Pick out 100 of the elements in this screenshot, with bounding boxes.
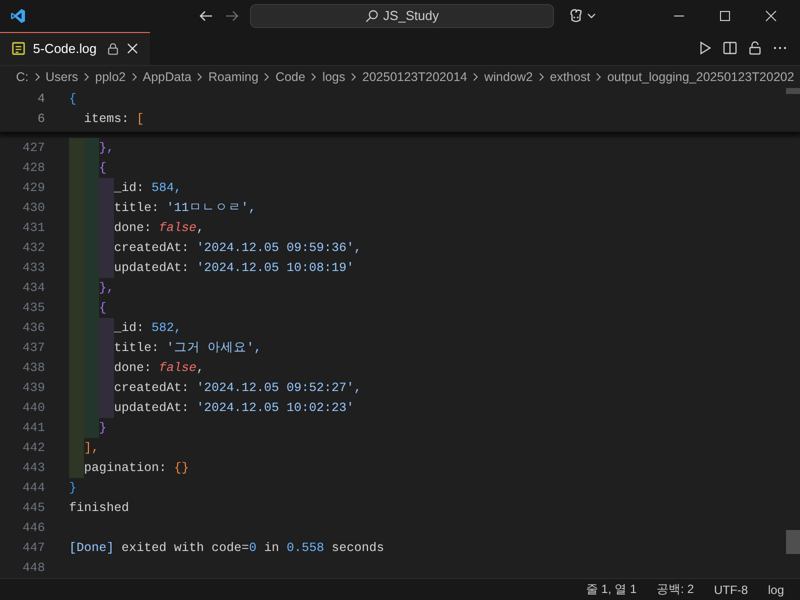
breadcrumb-item[interactable]: window2: [484, 70, 533, 84]
search-field[interactable]: JS_Study: [250, 4, 554, 28]
line-number: 443: [21, 460, 45, 478]
code-bracket: {: [99, 300, 107, 318]
breadcrumb-item[interactable]: C:: [16, 70, 28, 84]
chevron-icon: [472, 72, 480, 82]
breadcrumb-item[interactable]: logs: [322, 70, 346, 84]
code-number: 582,: [152, 320, 182, 338]
breadcrumb-item[interactable]: Code: [275, 70, 306, 84]
line-number: 442: [21, 440, 45, 458]
code-number: 584,: [152, 180, 182, 198]
code-keyword: false: [159, 360, 197, 378]
status-item[interactable]: UTF-8: [714, 582, 748, 597]
line-number: 431: [21, 220, 45, 238]
chevron-icon: [350, 72, 358, 82]
code-string: '11ㅁㄴㅇㄹ',: [166, 200, 256, 218]
line-number: 428: [21, 160, 45, 178]
code-keyword: false: [159, 220, 197, 238]
code-bracket: {}: [174, 460, 190, 478]
code-number: 0: [249, 540, 257, 558]
code-bracket: {: [99, 160, 107, 178]
app-logo-icon: [10, 8, 26, 24]
code-bracket: [: [136, 111, 144, 128]
scrollbar-thumb[interactable]: [786, 530, 800, 554]
line-number: 427: [21, 140, 45, 158]
editor-tab[interactable]: 5-Code.log: [0, 32, 150, 65]
line-number: 434: [21, 280, 45, 298]
status-item[interactable]: 공백: 2: [656, 581, 694, 598]
code-string: '2024.12.05 10:02:23': [196, 400, 354, 418]
copilot-icon[interactable]: [568, 8, 598, 24]
line-number: 436: [21, 320, 45, 338]
line-number: 448: [21, 560, 45, 578]
line-number: 441: [21, 420, 45, 438]
code-text: finished: [69, 500, 130, 518]
line-number: 439: [21, 380, 45, 398]
status-item[interactable]: log: [768, 582, 784, 597]
code-string: '2024.12.05 09:59:36',: [196, 240, 362, 258]
line-number: 440: [21, 400, 45, 418]
code-punctuation: ,: [196, 220, 204, 238]
breadcrumb-item[interactable]: exthost: [550, 70, 590, 84]
search-icon: [365, 8, 380, 23]
code-string: '2024.12.05 09:52:27',: [196, 380, 362, 398]
code-string: '2024.12.05 10:08:19': [196, 260, 354, 278]
line-number: 6: [36, 111, 45, 128]
code-key: title:: [114, 338, 160, 358]
line-number: 444: [21, 480, 45, 498]
code-key: pagination:: [84, 458, 167, 478]
scrollbar-marker: [786, 88, 800, 94]
line-number: 432: [21, 240, 45, 258]
code-text: exited with code=: [122, 540, 250, 558]
chevron-icon: [196, 72, 204, 82]
breadcrumb-item[interactable]: Users: [46, 70, 78, 84]
line-number: 430: [21, 200, 45, 218]
chevron-icon: [595, 72, 602, 82]
code-key: createdAt:: [114, 238, 190, 258]
code-bracket: {: [69, 91, 77, 108]
code-text: [Done]: [69, 540, 114, 558]
breadcrumb-item[interactable]: 20250123T202014: [362, 70, 468, 84]
line-number: 435: [21, 300, 45, 318]
code-punctuation: ,: [196, 360, 204, 378]
line-number: 429: [21, 180, 45, 198]
breadcrumb-item[interactable]: output_logging_20250123T20202: [607, 70, 794, 84]
split-editor-icon[interactable]: [722, 40, 738, 56]
unlock-icon[interactable]: [747, 40, 763, 56]
line-number: 438: [21, 360, 45, 378]
chevron-icon: [130, 72, 138, 82]
maximize-icon[interactable]: [719, 10, 731, 22]
code-punctuation: :: [122, 111, 130, 128]
code-key: title:: [114, 198, 160, 218]
chevron-icon: [310, 72, 318, 82]
chevron-icon: [263, 72, 270, 82]
line-number: 445: [21, 500, 45, 518]
code-bracket: }: [99, 420, 107, 438]
code-key: items: [84, 109, 122, 130]
code-bracket: ],: [84, 440, 100, 458]
code-number: 0.558: [286, 540, 324, 558]
breadcrumb-item[interactable]: AppData: [142, 70, 192, 84]
code-string: '그거 아세요',: [166, 340, 262, 358]
line-number: 433: [21, 260, 45, 278]
code-key: done:: [114, 218, 152, 238]
code-key: done:: [114, 358, 152, 378]
code-key: createdAt:: [114, 378, 190, 398]
code-text: seconds: [332, 540, 384, 558]
close-icon[interactable]: [765, 10, 777, 22]
breadcrumb-item[interactable]: pplo2: [95, 70, 126, 84]
breadcrumb-item[interactable]: Roaming: [208, 70, 258, 84]
line-number: 4: [36, 91, 45, 108]
code-text: in: [264, 540, 280, 558]
code-bracket: },: [99, 280, 114, 298]
line-number: 447: [21, 540, 45, 558]
line-number: 437: [21, 340, 45, 358]
chevron-icon: [538, 72, 545, 82]
status-item[interactable]: 줄 1, 열 1: [586, 581, 637, 598]
code-bracket: },: [99, 140, 114, 158]
chevron-icon: [34, 72, 40, 82]
chevron-icon: [83, 72, 90, 82]
close-icon[interactable]: [126, 43, 138, 54]
code-key: updatedAt:: [114, 398, 190, 418]
code-key: _id:: [114, 178, 144, 198]
line-number: 446: [21, 520, 45, 538]
